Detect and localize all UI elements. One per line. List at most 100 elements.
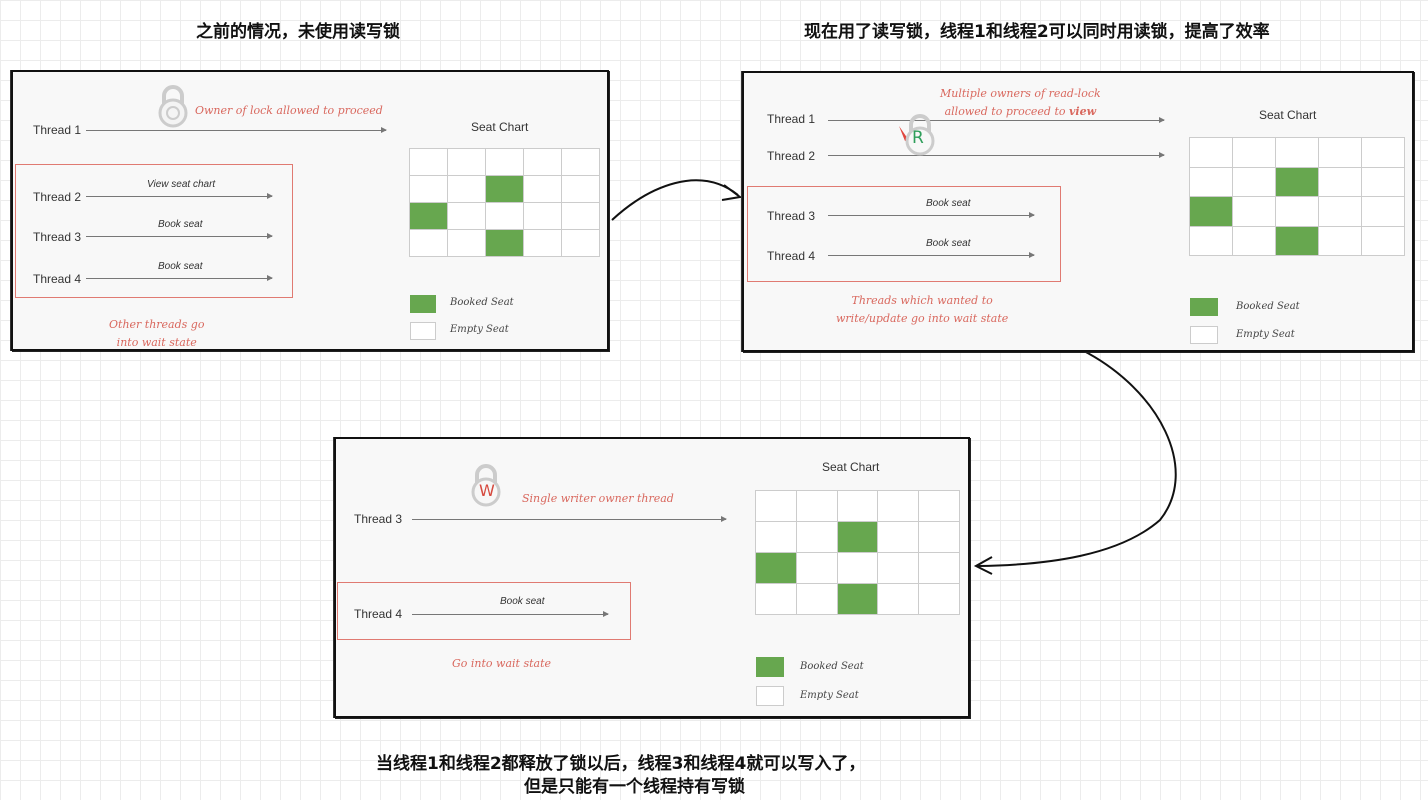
thread-3-label: Thread 3 [767, 209, 816, 223]
empty-seat [1276, 197, 1319, 227]
empty-seat [410, 149, 448, 176]
empty-seat [756, 584, 797, 615]
thread-3-arrow [412, 516, 727, 522]
empty-seat [524, 149, 562, 176]
empty-seat [878, 522, 920, 553]
empty-seat [524, 176, 562, 203]
legend-empty: Empty Seat [450, 324, 509, 335]
empty-seat [1362, 226, 1405, 256]
wait-box [747, 186, 1061, 282]
empty-seat [1233, 167, 1276, 197]
op-book-seat: Book seat [500, 596, 545, 607]
owner-note: Owner of lock allowed to proceed [195, 104, 383, 117]
seat-chart-title: Seat Chart [471, 120, 529, 134]
thread-4-arrow [828, 252, 1035, 258]
empty-seat [524, 203, 562, 230]
view-emphasis: view [1069, 105, 1097, 118]
empty-seat [1319, 167, 1362, 197]
empty-seat [562, 149, 600, 176]
booked-seat [1276, 226, 1319, 256]
booked-seat [486, 176, 524, 203]
thread-1-label: Thread 1 [767, 112, 816, 126]
empty-seat [448, 149, 486, 176]
thread-1-arrow [828, 117, 1165, 123]
panel-read-lock: Multiple owners of read-lock allowed to … [742, 71, 1414, 352]
booked-seat [486, 230, 524, 257]
booked-seat [1190, 197, 1233, 227]
empty-seat [919, 553, 960, 584]
booked-seat [837, 522, 879, 553]
legend-booked: Booked Seat [450, 297, 514, 308]
wait-note: Other threads go into wait state [109, 318, 205, 349]
empty-seat [796, 491, 838, 522]
op-book-seat: Book seat [926, 238, 971, 249]
empty-seat [448, 176, 486, 203]
thread-4-label: Thread 4 [767, 249, 816, 263]
empty-seat [486, 203, 524, 230]
empty-seat [796, 584, 838, 615]
booked-seat [756, 553, 797, 584]
empty-seat [837, 491, 879, 522]
legend-empty-swatch [1190, 326, 1218, 344]
thread-1-arrow [86, 127, 387, 133]
booked-seat [410, 203, 448, 230]
legend-empty: Empty Seat [1236, 329, 1295, 340]
empty-seat [1276, 138, 1319, 168]
thread-2-arrow [828, 152, 1165, 158]
empty-seat [1233, 226, 1276, 256]
empty-seat [486, 149, 524, 176]
empty-seat [1362, 138, 1405, 168]
seat-chart-title: Seat Chart [1259, 108, 1317, 122]
empty-seat [562, 230, 600, 257]
op-book-seat: Book seat [158, 261, 203, 272]
booked-seat [837, 584, 879, 615]
op-book-seat: Book seat [158, 219, 203, 230]
thread-3-label: Thread 3 [33, 230, 82, 244]
legend-booked-swatch [410, 295, 436, 313]
legend-booked: Booked Seat [800, 661, 864, 672]
padlock-icon [158, 85, 188, 128]
seat-chart-title: Seat Chart [822, 460, 880, 474]
legend-empty-swatch [756, 686, 784, 706]
empty-seat [1190, 167, 1233, 197]
thread-4-label: Thread 4 [354, 607, 403, 621]
seat-chart [409, 148, 600, 257]
empty-seat [1319, 138, 1362, 168]
thread-4-label: Thread 4 [33, 272, 82, 286]
legend-empty-swatch [410, 322, 436, 340]
owner-note: Multiple owners of read-lock allowed to … [940, 87, 1101, 118]
empty-seat [410, 176, 448, 203]
write-lock-letter: W [479, 481, 495, 500]
empty-seat [1319, 197, 1362, 227]
owner-note: Single writer owner thread [522, 492, 674, 505]
empty-seat [562, 176, 600, 203]
empty-seat [919, 491, 960, 522]
wait-note: Threads which wanted to write/update go … [836, 294, 1009, 325]
empty-seat [524, 230, 562, 257]
thread-2-label: Thread 2 [767, 149, 816, 163]
empty-seat [448, 203, 486, 230]
empty-seat [1362, 167, 1405, 197]
op-view-seat-chart: View seat chart [147, 179, 216, 190]
empty-seat [448, 230, 486, 257]
empty-seat [1190, 226, 1233, 256]
wait-note: Go into wait state [452, 657, 552, 670]
legend-empty: Empty Seat [800, 690, 859, 701]
thread-2-label: Thread 2 [33, 190, 82, 204]
op-book-seat: Book seat [926, 198, 971, 209]
empty-seat [919, 584, 960, 615]
panel-write-lock: W Single writer owner thread Thread 3 Th… [334, 437, 970, 718]
empty-seat [878, 553, 920, 584]
empty-seat [796, 553, 838, 584]
empty-seat [1319, 226, 1362, 256]
legend-booked: Booked Seat [1236, 301, 1300, 312]
thread-4-arrow [86, 275, 273, 281]
read-lock-letter: R [912, 128, 924, 148]
empty-seat [1233, 138, 1276, 168]
empty-seat [878, 491, 920, 522]
seat-chart [1189, 137, 1405, 256]
empty-seat [756, 522, 797, 553]
empty-seat [1233, 197, 1276, 227]
panel-no-lock: Owner of lock allowed to proceed Thread … [11, 70, 609, 351]
thread-1-label: Thread 1 [33, 123, 82, 137]
